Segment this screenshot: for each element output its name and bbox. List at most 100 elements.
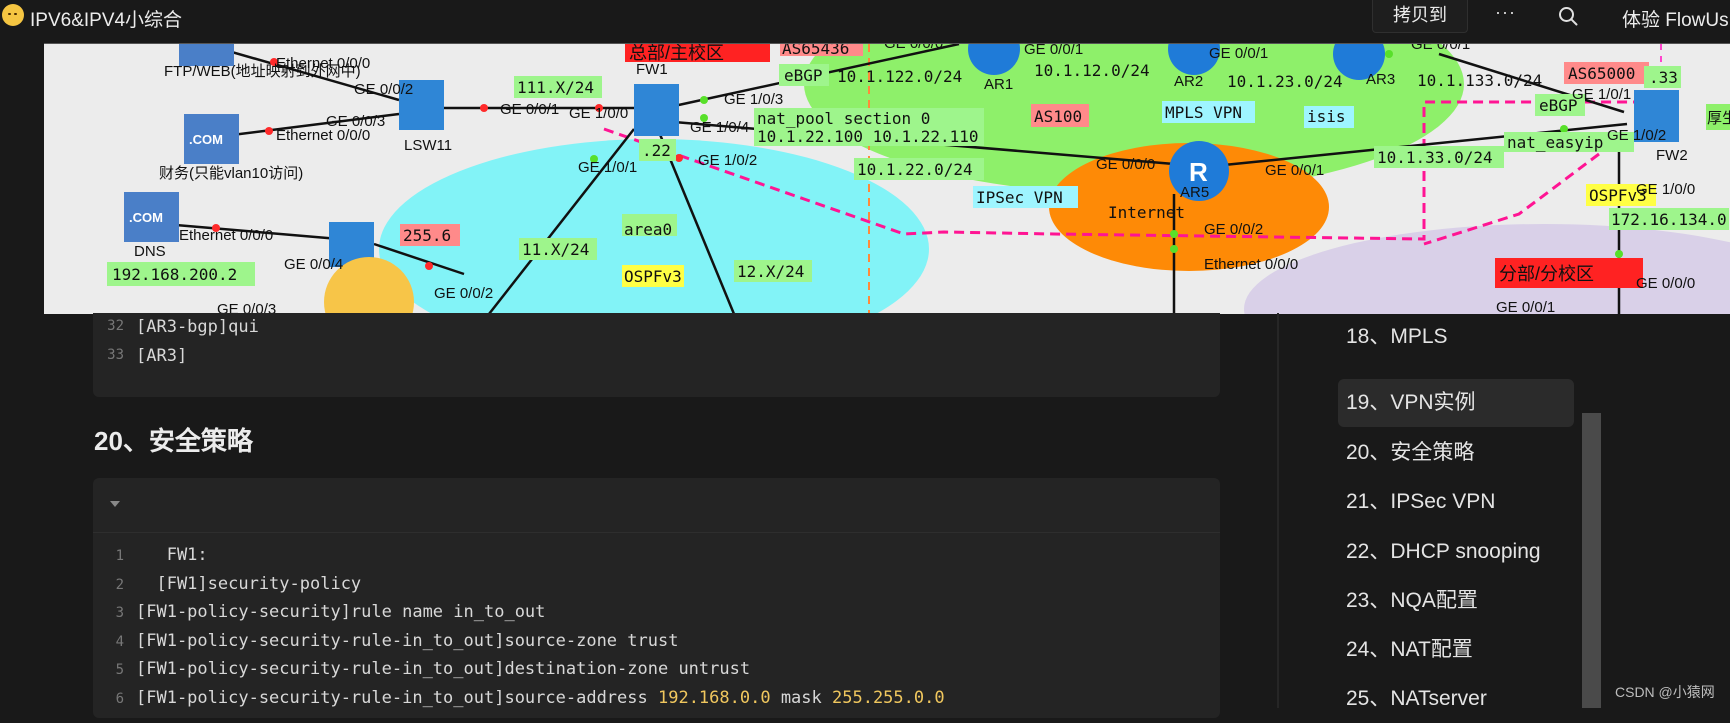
code-text: [FW1-policy-security-rule-in_to_out]sour…	[136, 688, 658, 708]
ge001a-label: GE 0/0/1	[500, 101, 559, 118]
code-line: [FW1]security-policy	[136, 574, 362, 594]
ge102-label: GE 1/0/2	[698, 152, 757, 169]
ar3-label: AR3	[1366, 71, 1395, 88]
v2556-label: 255.6	[403, 226, 451, 245]
net-111-label: 111.X/24	[517, 78, 594, 97]
net-11-label: 11.X/24	[522, 240, 589, 259]
ge000-ar1-label: GE 0/0/0	[884, 44, 943, 52]
emoji-page-icon	[2, 4, 24, 26]
top-bar: IPV6&IPV4小综合 拷贝到 ··· 体验 FlowUs	[0, 0, 1730, 33]
net-22-label: 10.1.22.0/24	[857, 160, 973, 179]
ge001-ar3-label: GE 0/0/1	[1411, 44, 1470, 53]
ge101-label: GE 1/0/1	[578, 159, 637, 176]
dot33-label: .33	[1649, 68, 1678, 87]
copy-to-button[interactable]: 拷贝到	[1372, 0, 1468, 33]
ge004-label: GE 0/0/4	[284, 256, 343, 273]
toc-item-nqa[interactable]: 23、NQA配置	[1338, 577, 1574, 625]
ospfv3-left-label: OSPFv3	[624, 267, 682, 286]
try-flowus-button[interactable]: 体验 FlowUs	[1622, 5, 1729, 32]
code-mask-literal: 255.255.0.0	[832, 688, 945, 708]
branch-label: 分部/分校区	[1499, 264, 1594, 284]
ge104-label: GE 1/0/4	[690, 119, 749, 136]
toc-item-vpn-instance[interactable]: 19、VPN实例	[1338, 379, 1574, 427]
dns-ip-label: 192.168.200.2	[112, 265, 237, 284]
lsw11-label: LSW11	[404, 137, 452, 154]
code-ip-literal: 192.168.0.0	[657, 688, 771, 708]
eth-c-label: Ethernet 0/0/0	[179, 227, 273, 244]
nat-easyip-label: nat_easyip	[1507, 133, 1603, 152]
ge103-label: GE 1/0/3	[724, 91, 783, 108]
eth-d-label: Ethernet 0/0/0	[1204, 256, 1298, 273]
toc-item-mpls[interactable]: 18、MPLS	[1338, 313, 1574, 361]
code-block-security-policy: 1 FW1: 2 [FW1]security-policy 3 [FW1-pol…	[93, 478, 1220, 718]
fw2-label: FW2	[1656, 147, 1688, 164]
toc-item-security-policy[interactable]: 20、安全策略	[1338, 429, 1574, 477]
eth-a-label: Ethernet 0/0/0	[276, 55, 370, 72]
line-number: 6	[115, 691, 124, 707]
isis-label: isis	[1307, 107, 1346, 126]
ge003a-label: GE 0/0/3	[326, 113, 385, 130]
code-line: FW1:	[136, 545, 208, 565]
ge001-ar1-label: GE 0/0/1	[1024, 44, 1083, 58]
dot22-label: .22	[642, 141, 671, 160]
svg-text:.COM: .COM	[129, 210, 163, 225]
net-33-label: 10.1.33.0/24	[1377, 148, 1493, 167]
code-text: mask	[770, 688, 832, 708]
internet-label: Internet	[1108, 203, 1185, 222]
more-options-button[interactable]: ···	[1495, 2, 1516, 23]
fw1-label: FW1	[636, 61, 668, 78]
dns-label: DNS	[134, 243, 166, 260]
ar5-label: AR5	[1180, 184, 1209, 201]
hsl-label: 厚生楼	[1707, 110, 1730, 127]
ge002b-label: GE 0/0/2	[434, 285, 493, 302]
net-172-label: 172.16.134.0	[1611, 210, 1727, 229]
line-number: 1	[115, 548, 124, 564]
ge001b-label: GE 0/0/1	[1496, 299, 1555, 314]
nat-range-label: 10.1.22.100 10.1.22.110	[757, 127, 979, 146]
toc-item-natserver[interactable]: 25、NATserver	[1338, 675, 1574, 723]
document-title: IPV6&IPV4小综合	[30, 10, 183, 31]
line-number: 33	[107, 347, 124, 363]
code-line: [FW1-policy-security-rule-in_to_out]sour…	[136, 631, 679, 651]
net-133-label: 10.1.133.0/24	[1417, 71, 1542, 90]
ar2-label: AR2	[1174, 73, 1203, 90]
search-icon[interactable]	[1558, 6, 1578, 26]
toc-item-dhcp-snooping[interactable]: 22、DHCP snooping	[1338, 528, 1574, 576]
area0-label: area0	[624, 220, 672, 239]
finance-label: 财务(只能vlan10访问)	[159, 165, 303, 182]
code-line: [FW1-policy-security]rule name in_to_out	[136, 602, 546, 622]
network-topology-image: .COM .COM R FTP/WEB(地址映射到外网中) 财务(只能vlan1…	[44, 43, 1730, 314]
mpls-label: MPLS VPN	[1165, 103, 1242, 122]
as-left-label: AS65436	[782, 44, 849, 58]
ebgp-left-label: eBGP	[784, 66, 823, 85]
line-number: 2	[115, 577, 124, 593]
collapse-caret-icon[interactable]	[110, 501, 120, 507]
toc-item-nat[interactable]: 24、NAT配置	[1338, 626, 1574, 674]
net-122-label: 10.1.122.0/24	[837, 67, 962, 86]
ge001-ar2-label: GE 0/0/1	[1209, 45, 1268, 62]
nat-pool-label: nat_pool section 0	[757, 109, 930, 128]
ge000-ar5-label: GE 0/0/0	[1096, 156, 1155, 173]
code-block-header	[93, 478, 1220, 533]
ge002-ar5-label: GE 0/0/2	[1204, 221, 1263, 238]
content-divider	[1277, 313, 1279, 708]
section-heading: 20、安全策略	[94, 426, 253, 456]
svg-text:.COM: .COM	[189, 132, 223, 147]
as100-label: AS100	[1034, 107, 1082, 126]
toc-scrollbar[interactable]	[1582, 413, 1601, 708]
ge002a-label: GE 0/0/2	[354, 81, 413, 98]
ar1-label: AR1	[984, 76, 1013, 93]
ipsec-label: IPSec VPN	[976, 188, 1063, 207]
svg-text:R: R	[1189, 157, 1208, 187]
toc-item-ipsec-vpn[interactable]: 21、IPSec VPN	[1338, 478, 1574, 526]
hq-label: 总部/主校区	[629, 44, 724, 63]
line-number: 5	[115, 662, 124, 678]
code-block-previous: 32 [AR3-bgp]qui 33 [AR3]	[93, 313, 1220, 397]
as-right-label: AS65000	[1568, 64, 1635, 83]
ge101-fw2-label: GE 1/0/1	[1572, 86, 1631, 103]
ge001-ar5-label: GE 0/0/1	[1265, 162, 1324, 179]
line-number: 3	[115, 605, 124, 621]
net-12-0-label: 10.1.12.0/24	[1034, 61, 1150, 80]
ge102-fw2-label: GE 1/0/2	[1607, 127, 1666, 144]
ge000-fw2-label: GE 0/0/0	[1636, 275, 1695, 292]
